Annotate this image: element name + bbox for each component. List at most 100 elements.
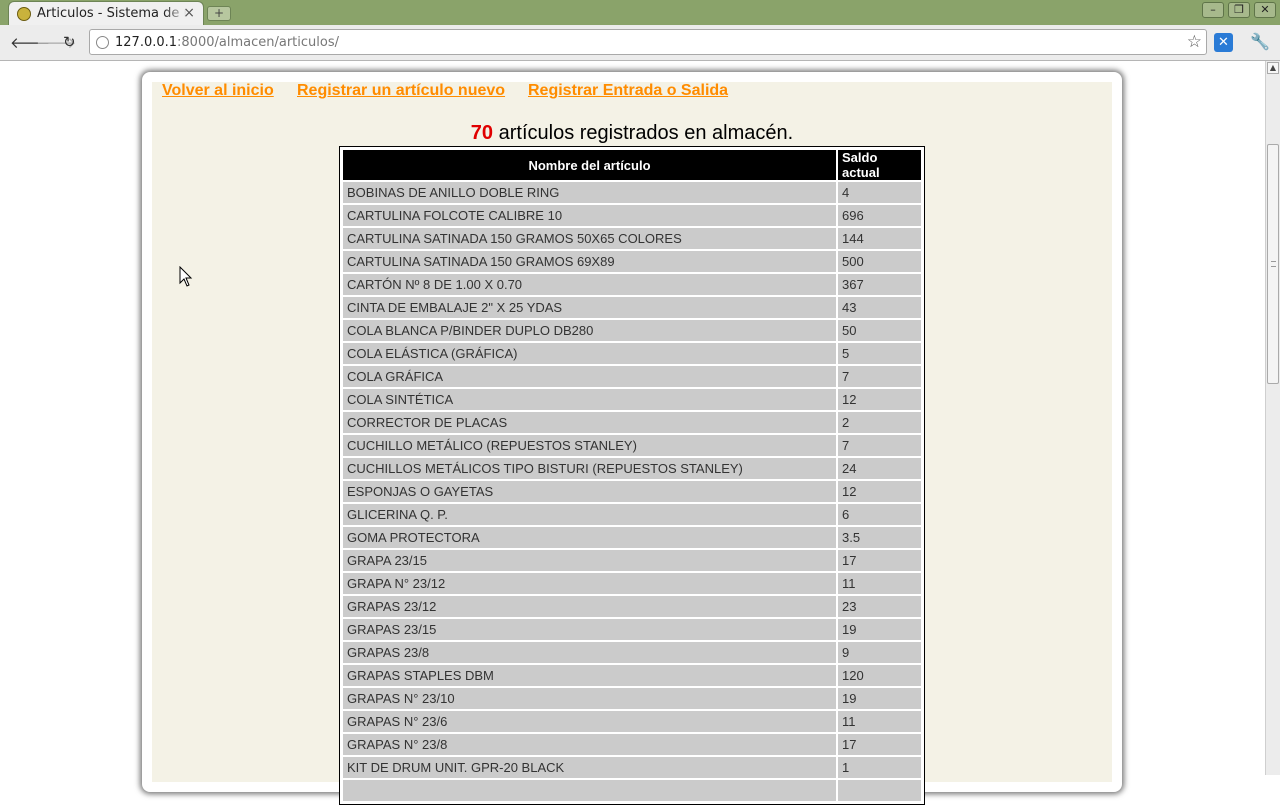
balance-cell: 3.5 [838,527,921,548]
table-row: COLA SINTÉTICA 12 [343,389,921,410]
browser-tab[interactable]: Articulos - Sistema de re × [8,1,204,25]
article-name-cell: CORRECTOR DE PLACAS [343,412,836,433]
table-row: GRAPA N° 23/12 11 [343,573,921,594]
article-name-cell: ESPONJAS O GAYETAS [343,481,836,502]
balance-cell: 24 [838,458,921,479]
article-name-cell: COLA SINTÉTICA [343,389,836,410]
balance-cell: 11 [838,573,921,594]
article-name-cell: COLA GRÁFICA [343,366,836,387]
balance-cell: 43 [838,297,921,318]
maximize-button[interactable]: ❐ [1228,2,1250,18]
table-row: GLICERINA Q. P. 6 [343,504,921,525]
table-row: GRAPAS STAPLES DBM 120 [343,665,921,686]
browser-toolbar: 🡐 🡒 ↻ 127.0.0.1:8000/almacen/articulos/ … [0,25,1280,61]
table-row: GRAPAS 23/12 23 [343,596,921,617]
balance-cell: 500 [838,251,921,272]
balance-cell: 12 [838,481,921,502]
reload-icon[interactable]: ↻ [63,33,76,51]
table-row: CORRECTOR DE PLACAS 2 [343,412,921,433]
entry-exit-link[interactable]: Registrar Entrada o Salida [528,82,728,100]
balance-cell: 19 [838,619,921,640]
tab-close-icon[interactable]: × [183,5,195,21]
tab-title: Articulos - Sistema de re [37,6,187,21]
article-name-cell: GRAPAS STAPLES DBM [343,665,836,686]
table-row: GOMA PROTECTORA 3.5 [343,527,921,548]
article-name-cell: GRAPAS 23/8 [343,642,836,663]
close-window-button[interactable]: ✕ [1254,2,1276,18]
article-name-cell: CUCHILLOS METÁLICOS TIPO BISTURI (REPUES… [343,458,836,479]
page-title-text: artículos registrados en almacén. [493,122,794,144]
article-name-cell: GRAPAS 23/15 [343,619,836,640]
balance-cell: 6 [838,504,921,525]
address-bar[interactable]: 127.0.0.1:8000/almacen/articulos/ ☆ [89,29,1207,55]
table-row: GRAPAS N° 23/6 11 [343,711,921,732]
balance-cell: 5 [838,343,921,364]
table-row: GRAPA 23/15 17 [343,550,921,571]
new-article-link[interactable]: Registrar un artículo nuevo [297,82,505,100]
article-name-cell: CINTA DE EMBALAJE 2" X 25 YDAS [343,297,836,318]
table-row: GRAPAS N° 23/8 17 [343,734,921,755]
new-tab-button[interactable]: + [207,6,231,21]
article-name-cell: GRAPA 23/15 [343,550,836,571]
articles-table: Nombre del artículo Saldo actual BOBINAS… [339,146,925,805]
balance-cell: 696 [838,205,921,226]
table-row: CARTULINA SATINADA 150 GRAMOS 50X65 COLO… [343,228,921,249]
article-name-cell: GRAPAS N° 23/8 [343,734,836,755]
table-row: GRAPAS 23/15 19 [343,619,921,640]
page-title: 70 artículos registrados en almacén. [340,122,924,145]
article-count: 70 [470,122,494,144]
article-name-cell: GRAPA N° 23/12 [343,573,836,594]
scrollbar-thumb[interactable] [1267,144,1279,384]
balance-cell: 120 [838,665,921,686]
table-row: COLA GRÁFICA 7 [343,366,921,387]
extension-icon[interactable]: ✕ [1214,33,1233,52]
article-name-cell: CUCHILLO METÁLICO (REPUESTOS STANLEY) [343,435,836,456]
balance-cell: 7 [838,435,921,456]
article-name-cell: COLA BLANCA P/BINDER DUPLO DB280 [343,320,836,341]
home-link[interactable]: Volver al inicio [162,82,274,100]
mouse-cursor-icon [179,266,193,287]
table-row: GRAPAS 23/8 9 [343,642,921,663]
favicon-icon [17,6,31,21]
browser-titlebar: Articulos - Sistema de re × + – ❐ ✕ [0,0,1280,25]
article-name-cell: GLICERINA Q. P. [343,504,836,525]
balance-cell [838,780,921,801]
article-name-cell: CARTULINA SATINADA 150 GRAMOS 50X65 COLO… [343,228,836,249]
star-icon[interactable]: ☆ [1187,32,1202,52]
table-row: CUCHILLOS METÁLICOS TIPO BISTURI (REPUES… [343,458,921,479]
balance-cell: 7 [838,366,921,387]
article-name-cell: CARTULINA FOLCOTE CALIBRE 10 [343,205,836,226]
balance-cell: 50 [838,320,921,341]
url-text[interactable]: 127.0.0.1:8000/almacen/articulos/ [115,35,339,50]
grip-icon [1271,261,1276,267]
article-name-cell: CARTULINA SATINADA 150 GRAMOS 69X89 [343,251,836,272]
minimize-button[interactable]: – [1202,2,1224,18]
scroll-up-icon[interactable]: ▲ [1267,62,1279,74]
table-row: CINTA DE EMBALAJE 2" X 25 YDAS 43 [343,297,921,318]
article-name-cell: GOMA PROTECTORA [343,527,836,548]
globe-icon [96,36,109,49]
balance-cell: 4 [838,182,921,203]
table-row: COLA ELÁSTICA (GRÁFICA) 5 [343,343,921,364]
table-row: CARTULINA FOLCOTE CALIBRE 10 696 [343,205,921,226]
article-name-cell: GRAPAS N° 23/10 [343,688,836,709]
wrench-icon[interactable]: 🔧 [1250,32,1270,51]
balance-cell: 12 [838,389,921,410]
balance-cell: 17 [838,550,921,571]
article-name-cell: BOBINAS DE ANILLO DOBLE RING [343,182,836,203]
balance-cell: 17 [838,734,921,755]
column-header-balance: Saldo actual [838,150,921,180]
balance-cell: 11 [838,711,921,732]
article-name-cell: COLA ELÁSTICA (GRÁFICA) [343,343,836,364]
column-header-name: Nombre del artículo [343,150,836,180]
table-row: CUCHILLO METÁLICO (REPUESTOS STANLEY) 7 [343,435,921,456]
article-name-cell [343,780,836,801]
table-row [343,780,921,801]
balance-cell: 19 [838,688,921,709]
article-name-cell: CARTÓN Nº 8 DE 1.00 X 0.70 [343,274,836,295]
page-scrollbar[interactable]: ▲ [1265,61,1280,775]
table-header-row: Nombre del artículo Saldo actual [343,150,921,180]
balance-cell: 144 [838,228,921,249]
balance-cell: 367 [838,274,921,295]
article-name-cell: GRAPAS N° 23/6 [343,711,836,732]
